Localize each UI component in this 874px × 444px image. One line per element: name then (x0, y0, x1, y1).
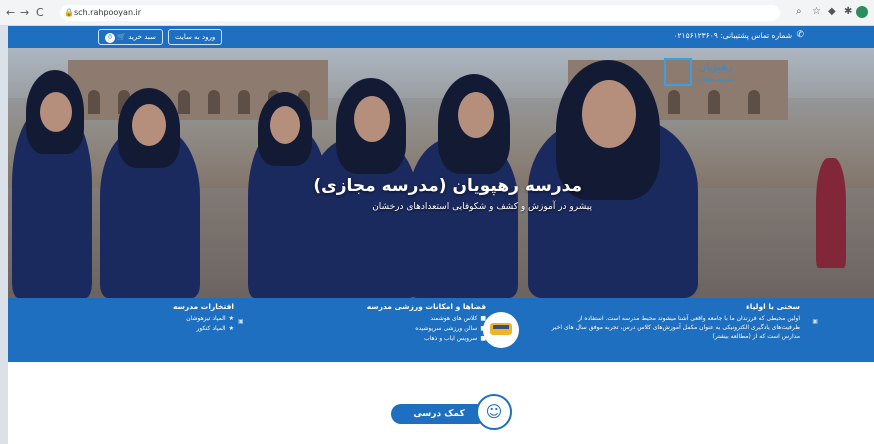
student-avatar-icon: ☺ (476, 394, 512, 430)
honors-section: افتخارات مدرسه ★المپاد تیزهوشان ★المپاد … (144, 302, 234, 334)
logo-subtext: مدرسه مجازی (698, 76, 734, 83)
honor-item[interactable]: ★المپاد کنکور (144, 324, 234, 334)
star-icon[interactable]: ☆ (812, 6, 821, 17)
facilities-title: فضاها و امکانات ورزشی مدرسه (366, 302, 486, 311)
bus-icon (483, 312, 519, 348)
browser-toolbar: ← → C 🔒 sch.rahpooyan.ir ⌕ ☆ ◆ ✱ (0, 0, 874, 26)
site-topbar: 0 🛒 سبد خرید ورود به سایت شماره تماس پشت… (8, 26, 874, 48)
left-margin (0, 26, 8, 444)
address-bar[interactable]: 🔒 sch.rahpooyan.ir (60, 5, 780, 21)
cart-count-badge: 0 (105, 33, 115, 43)
logo-icon (664, 58, 692, 86)
profile-avatar[interactable] (856, 6, 868, 18)
extension-icon[interactable]: ◆ (828, 6, 836, 17)
star-icon: ★ (228, 315, 234, 322)
hero-banner: رهپویان مدرسه مجازی مدرسه رهپویان (مدرسه… (8, 48, 874, 298)
honors-title: افتخارات مدرسه (172, 302, 234, 311)
facility-item[interactable]: ■سالن ورزشی سرپوشیده (356, 324, 486, 334)
facility-item[interactable]: ■کلاس های هوشمند (356, 314, 486, 324)
parents-title: سخنی با اولیاء (745, 302, 800, 311)
puzzle-icon[interactable]: ✱ (844, 6, 852, 17)
phone-icon: ✆ (796, 30, 804, 40)
cart-label: سبد خرید (128, 33, 156, 41)
facility-item[interactable]: ■سرویس ایاب و ذهاب (356, 334, 486, 344)
help-section: کمک درسی ☺ (8, 362, 874, 444)
url-text: sch.rahpooyan.ir (74, 8, 142, 17)
cart-icon: 🛒 (117, 33, 126, 41)
cart-button[interactable]: 0 🛒 سبد خرید (98, 29, 163, 45)
lock-icon: 🔒 (64, 8, 74, 17)
help-button[interactable]: کمک درسی (391, 404, 487, 424)
forward-button[interactable]: → (20, 7, 29, 19)
info-band: سخنی با اولیاء اولین محیطی که فرزندان ما… (8, 298, 874, 362)
logo-text: رهپویان (698, 60, 733, 73)
facilities-section: فضاها و امکانات ورزشی مدرسه ■کلاس های هو… (356, 302, 486, 344)
site-logo[interactable]: رهپویان مدرسه مجازی (664, 56, 784, 90)
parents-image-icon: ▣ (812, 318, 818, 325)
zoom-icon[interactable]: ⌕ (796, 6, 802, 17)
page: ← → C 🔒 sch.rahpooyan.ir ⌕ ☆ ◆ ✱ 0 🛒 سبد… (0, 0, 874, 444)
reload-button[interactable]: C (36, 7, 44, 19)
star-icon: ★ (228, 325, 234, 332)
honors-image-icon: ▣ (238, 318, 244, 325)
hero-title: مدرسه رهپویان (مدرسه مجازی) (313, 176, 582, 196)
honor-item[interactable]: ★المپاد تیزهوشان (144, 314, 234, 324)
login-button[interactable]: ورود به سایت (168, 29, 223, 45)
parents-section: سخنی با اولیاء اولین محیطی که فرزندان ما… (550, 302, 800, 341)
parents-text: اولین محیطی که فرزندان ما با جامعه واقعی… (551, 315, 800, 340)
support-phone: شماره تماس پشتیبانی: ۰۲۱۵۶۱۲۳۶۰۹ (673, 31, 792, 40)
back-button[interactable]: ← (6, 7, 15, 19)
hero-subtitle: پیشرو در آموزش و کشف و شکوفایی استعدادها… (372, 202, 592, 212)
